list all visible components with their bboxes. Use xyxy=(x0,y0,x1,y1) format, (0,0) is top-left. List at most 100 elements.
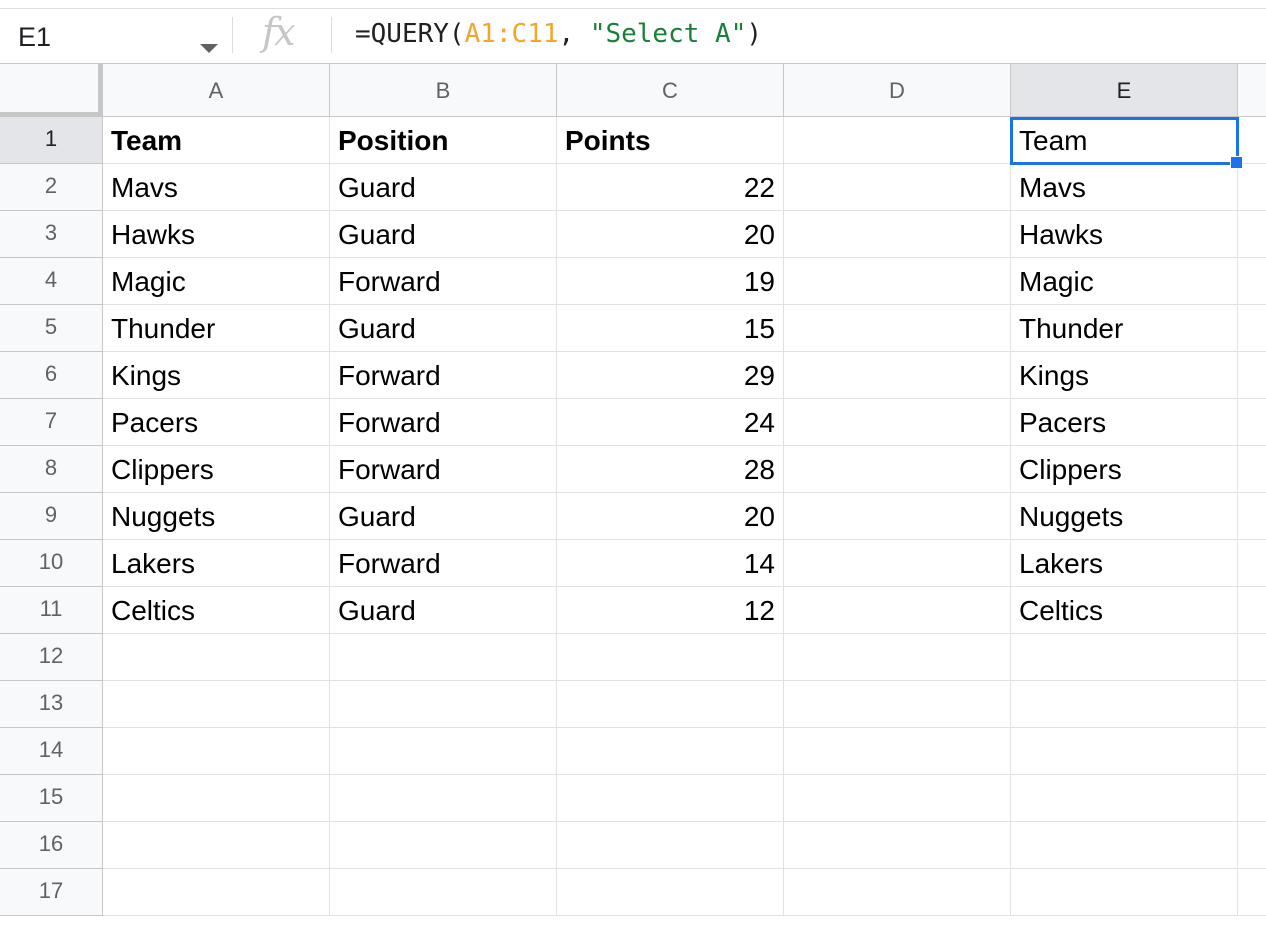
cell-a7[interactable]: Pacers xyxy=(103,399,330,446)
row-header-15[interactable]: 15 xyxy=(0,775,103,822)
cell-c7[interactable]: 24 xyxy=(557,399,784,446)
cell-a16[interactable] xyxy=(103,822,330,869)
column-header-e[interactable]: E xyxy=(1011,64,1238,117)
row-header-17[interactable]: 17 xyxy=(0,869,103,916)
cell-partial[interactable] xyxy=(1238,164,1266,211)
cell-b10[interactable]: Forward xyxy=(330,540,557,587)
cell-a2[interactable]: Mavs xyxy=(103,164,330,211)
cell-partial[interactable] xyxy=(1238,728,1266,775)
cell-b16[interactable] xyxy=(330,822,557,869)
cell-e9[interactable]: Nuggets xyxy=(1011,493,1238,540)
cell-b7[interactable]: Forward xyxy=(330,399,557,446)
cell-b2[interactable]: Guard xyxy=(330,164,557,211)
cell-a8[interactable]: Clippers xyxy=(103,446,330,493)
cell-a4[interactable]: Magic xyxy=(103,258,330,305)
name-box[interactable]: E1 xyxy=(0,10,232,63)
column-header-partial[interactable] xyxy=(1238,64,1266,117)
cell-d8[interactable] xyxy=(784,446,1011,493)
cell-c1[interactable]: Points xyxy=(557,117,784,164)
row-header-4[interactable]: 4 xyxy=(0,258,103,305)
cell-e14[interactable] xyxy=(1011,728,1238,775)
cell-c6[interactable]: 29 xyxy=(557,352,784,399)
row-header-1[interactable]: 1 xyxy=(0,117,103,164)
cell-e12[interactable] xyxy=(1011,634,1238,681)
cell-a17[interactable] xyxy=(103,869,330,916)
cell-c16[interactable] xyxy=(557,822,784,869)
cell-e10[interactable]: Lakers xyxy=(1011,540,1238,587)
cell-d16[interactable] xyxy=(784,822,1011,869)
row-header-6[interactable]: 6 xyxy=(0,352,103,399)
cell-c3[interactable]: 20 xyxy=(557,211,784,258)
row-header-9[interactable]: 9 xyxy=(0,493,103,540)
cell-b1[interactable]: Position xyxy=(330,117,557,164)
cell-a15[interactable] xyxy=(103,775,330,822)
cell-a1[interactable]: Team xyxy=(103,117,330,164)
fill-handle[interactable] xyxy=(1230,156,1243,169)
cell-e4[interactable]: Magic xyxy=(1011,258,1238,305)
cell-e7[interactable]: Pacers xyxy=(1011,399,1238,446)
cell-partial[interactable] xyxy=(1238,822,1266,869)
cell-e5[interactable]: Thunder xyxy=(1011,305,1238,352)
cell-b6[interactable]: Forward xyxy=(330,352,557,399)
cell-e17[interactable] xyxy=(1011,869,1238,916)
cell-b14[interactable] xyxy=(330,728,557,775)
row-header-12[interactable]: 12 xyxy=(0,634,103,681)
cell-d2[interactable] xyxy=(784,164,1011,211)
column-header-a[interactable]: A xyxy=(103,64,330,117)
cell-partial[interactable] xyxy=(1238,399,1266,446)
row-header-5[interactable]: 5 xyxy=(0,305,103,352)
cell-c15[interactable] xyxy=(557,775,784,822)
cell-d3[interactable] xyxy=(784,211,1011,258)
cell-d1[interactable] xyxy=(784,117,1011,164)
row-header-3[interactable]: 3 xyxy=(0,211,103,258)
cell-d5[interactable] xyxy=(784,305,1011,352)
cell-partial[interactable] xyxy=(1238,540,1266,587)
cell-c12[interactable] xyxy=(557,634,784,681)
cell-c11[interactable]: 12 xyxy=(557,587,784,634)
cell-b4[interactable]: Forward xyxy=(330,258,557,305)
cell-partial[interactable] xyxy=(1238,634,1266,681)
cell-e8[interactable]: Clippers xyxy=(1011,446,1238,493)
row-header-11[interactable]: 11 xyxy=(0,587,103,634)
cell-c4[interactable]: 19 xyxy=(557,258,784,305)
cell-partial[interactable] xyxy=(1238,446,1266,493)
column-header-c[interactable]: C xyxy=(557,64,784,117)
cell-d15[interactable] xyxy=(784,775,1011,822)
row-header-8[interactable]: 8 xyxy=(0,446,103,493)
cell-c14[interactable] xyxy=(557,728,784,775)
cell-e16[interactable] xyxy=(1011,822,1238,869)
row-header-16[interactable]: 16 xyxy=(0,822,103,869)
cell-e15[interactable] xyxy=(1011,775,1238,822)
cell-c8[interactable]: 28 xyxy=(557,446,784,493)
cell-partial[interactable] xyxy=(1238,211,1266,258)
cell-b11[interactable]: Guard xyxy=(330,587,557,634)
cell-e11[interactable]: Celtics xyxy=(1011,587,1238,634)
cell-a5[interactable]: Thunder xyxy=(103,305,330,352)
cell-c9[interactable]: 20 xyxy=(557,493,784,540)
cell-b5[interactable]: Guard xyxy=(330,305,557,352)
cell-partial[interactable] xyxy=(1238,681,1266,728)
row-header-14[interactable]: 14 xyxy=(0,728,103,775)
cell-b9[interactable]: Guard xyxy=(330,493,557,540)
cell-a10[interactable]: Lakers xyxy=(103,540,330,587)
select-all-corner[interactable] xyxy=(0,64,103,117)
row-header-10[interactable]: 10 xyxy=(0,540,103,587)
cell-b15[interactable] xyxy=(330,775,557,822)
cell-c2[interactable]: 22 xyxy=(557,164,784,211)
cell-d9[interactable] xyxy=(784,493,1011,540)
cell-b17[interactable] xyxy=(330,869,557,916)
cell-b8[interactable]: Forward xyxy=(330,446,557,493)
cell-e1[interactable]: Team xyxy=(1011,117,1238,164)
cell-c17[interactable] xyxy=(557,869,784,916)
cell-d14[interactable] xyxy=(784,728,1011,775)
cell-d12[interactable] xyxy=(784,634,1011,681)
row-header-13[interactable]: 13 xyxy=(0,681,103,728)
cell-partial[interactable] xyxy=(1238,869,1266,916)
column-header-b[interactable]: B xyxy=(330,64,557,117)
cell-b13[interactable] xyxy=(330,681,557,728)
cell-c10[interactable]: 14 xyxy=(557,540,784,587)
cell-c13[interactable] xyxy=(557,681,784,728)
cell-partial[interactable] xyxy=(1238,305,1266,352)
row-header-2[interactable]: 2 xyxy=(0,164,103,211)
cell-partial[interactable] xyxy=(1238,352,1266,399)
